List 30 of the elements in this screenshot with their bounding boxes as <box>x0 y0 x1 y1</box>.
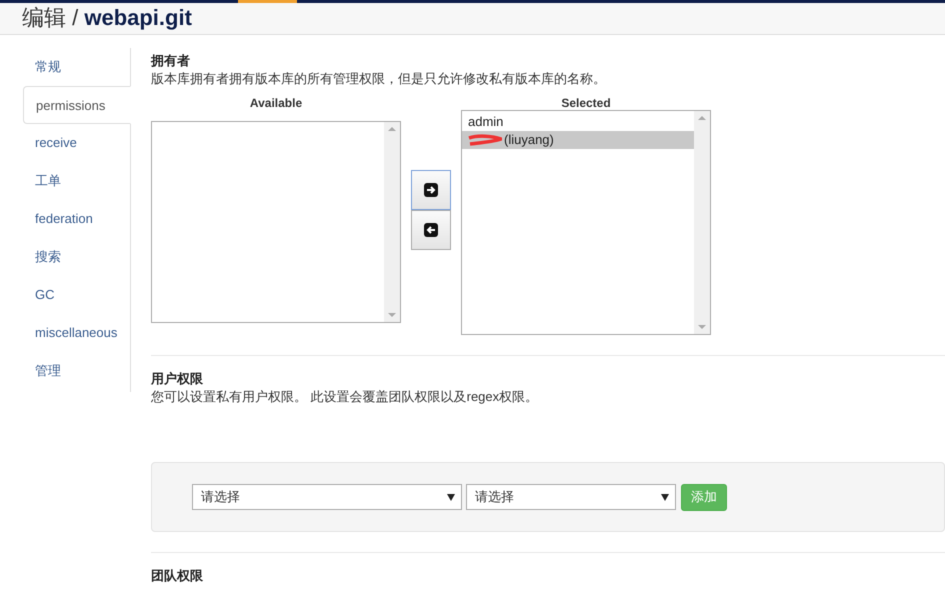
list-option[interactable]: (liuyang) <box>462 131 694 149</box>
sidebar-tab[interactable]: 工单 <box>23 162 130 200</box>
move-right-button[interactable] <box>411 170 451 210</box>
sidebar-tab[interactable]: GC <box>23 276 130 314</box>
sidebar-tab[interactable]: federation <box>23 200 130 238</box>
caret-icon <box>661 494 669 500</box>
sidebar-tab[interactable]: receive <box>23 124 130 162</box>
right-arrow-icon <box>424 183 438 197</box>
sidebar-tab[interactable]: 搜索 <box>23 238 130 276</box>
list-heading: Selected <box>560 96 612 112</box>
sidebar-tab[interactable]: 管理 <box>23 352 130 390</box>
selected-listbox[interactable]: admin (liuyang) <box>461 110 711 335</box>
sidebar-tab[interactable]: permissions <box>23 86 131 124</box>
dropdown[interactable]: 请选择 <box>192 484 462 510</box>
sidebar-tab[interactable]: 常规 <box>23 48 130 86</box>
page-title: 编辑 / webapi.git <box>22 4 193 32</box>
list-option[interactable]: admin <box>462 113 694 131</box>
active-tab-indicator <box>238 0 297 3</box>
move-left-button[interactable] <box>411 210 451 250</box>
section-description: 您可以设置私有用户权限。 此设置会覆盖团队权限以及regex权限。 <box>151 388 540 406</box>
dropdown[interactable]: 请选择 <box>466 484 676 510</box>
section-description: 版本库拥有者拥有版本库的所有管理权限，但是只允许修改私有版本库的名称。 <box>151 70 607 88</box>
sidebar-tab[interactable]: miscellaneous <box>23 314 130 352</box>
list-heading: Available <box>248 96 304 112</box>
section-title: 用户权限 <box>151 370 204 388</box>
section-title: 团队权限 <box>151 567 204 585</box>
section-title: 拥有者 <box>151 52 191 70</box>
redaction-mark <box>468 134 502 146</box>
caret-icon <box>447 494 455 500</box>
left-arrow-icon <box>424 223 438 237</box>
